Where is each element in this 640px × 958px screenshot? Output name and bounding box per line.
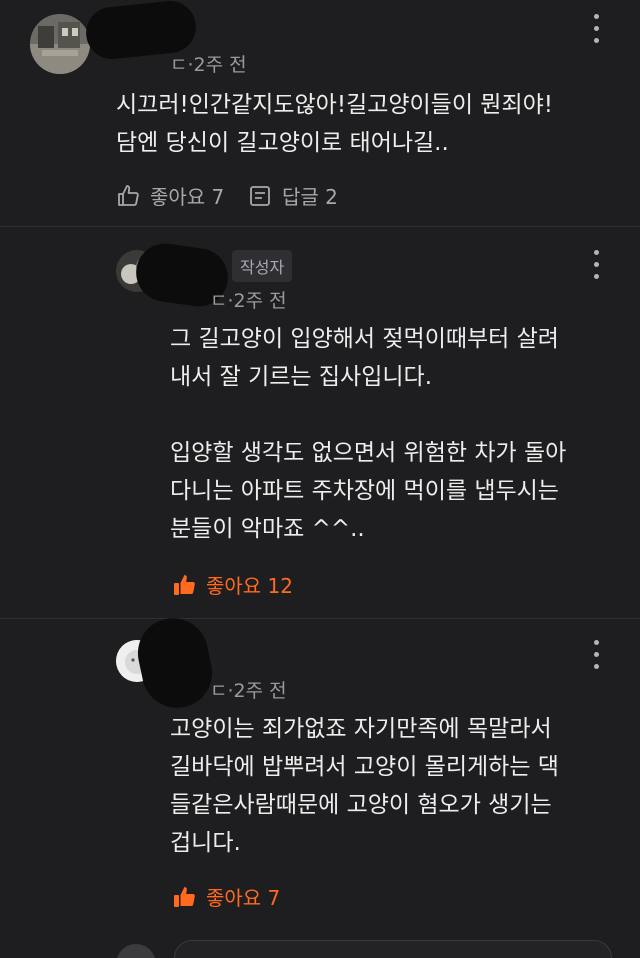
- thumbs-up-filled-icon: [174, 886, 195, 907]
- comment-time: ㄷ·2주 전: [170, 54, 247, 76]
- more-options-button[interactable]: [592, 640, 600, 674]
- comment-body: 고양이는 죄가없죠 자기만족에 목말라서 길바닥에 밥뿌려서 고양이 몰리게하는…: [170, 716, 559, 856]
- author-badge: 작성자: [232, 250, 293, 282]
- reply-input[interactable]: [174, 940, 612, 958]
- avatar: [116, 944, 156, 958]
- divider: [0, 226, 640, 227]
- more-options-button[interactable]: [592, 250, 600, 284]
- redacted-username: [131, 611, 219, 715]
- more-options-button[interactable]: [592, 14, 600, 48]
- divider: [0, 618, 640, 619]
- thumbs-up-filled-icon: [174, 574, 195, 595]
- like-button[interactable]: 좋아요 12: [172, 570, 293, 599]
- like-label: 좋아요 7: [150, 185, 225, 209]
- comment-time: ㄷ·2주 전: [210, 680, 287, 702]
- comment-body: 시끄러!인간같지도않아!길고양이들이 뭔죄야! 담엔 당신이 길고양이로 태어나…: [116, 92, 554, 156]
- thumbs-up-icon: [118, 184, 139, 206]
- reply-icon: [250, 185, 270, 206]
- reply-label: 답글 2: [282, 185, 338, 209]
- like-button[interactable]: 좋아요 7: [116, 181, 224, 210]
- like-label: 좋아요 7: [206, 886, 281, 910]
- like-label: 좋아요 12: [206, 574, 294, 598]
- avatar[interactable]: [30, 14, 90, 74]
- like-button[interactable]: 좋아요 7: [172, 882, 280, 911]
- comment-time: ㄷ·2주 전: [210, 290, 287, 312]
- comment-thread: ㄷ·2주 전 시끄러!인간같지도않아!길고양이들이 뭔죄야! 담엔 당신이 길고…: [0, 0, 640, 958]
- reply-button[interactable]: 답글 2: [248, 181, 338, 210]
- comment-body: 그 길고양이 입양해서 젖먹이때부터 살려 내서 잘 기르는 집사입니다. 입양…: [170, 326, 567, 542]
